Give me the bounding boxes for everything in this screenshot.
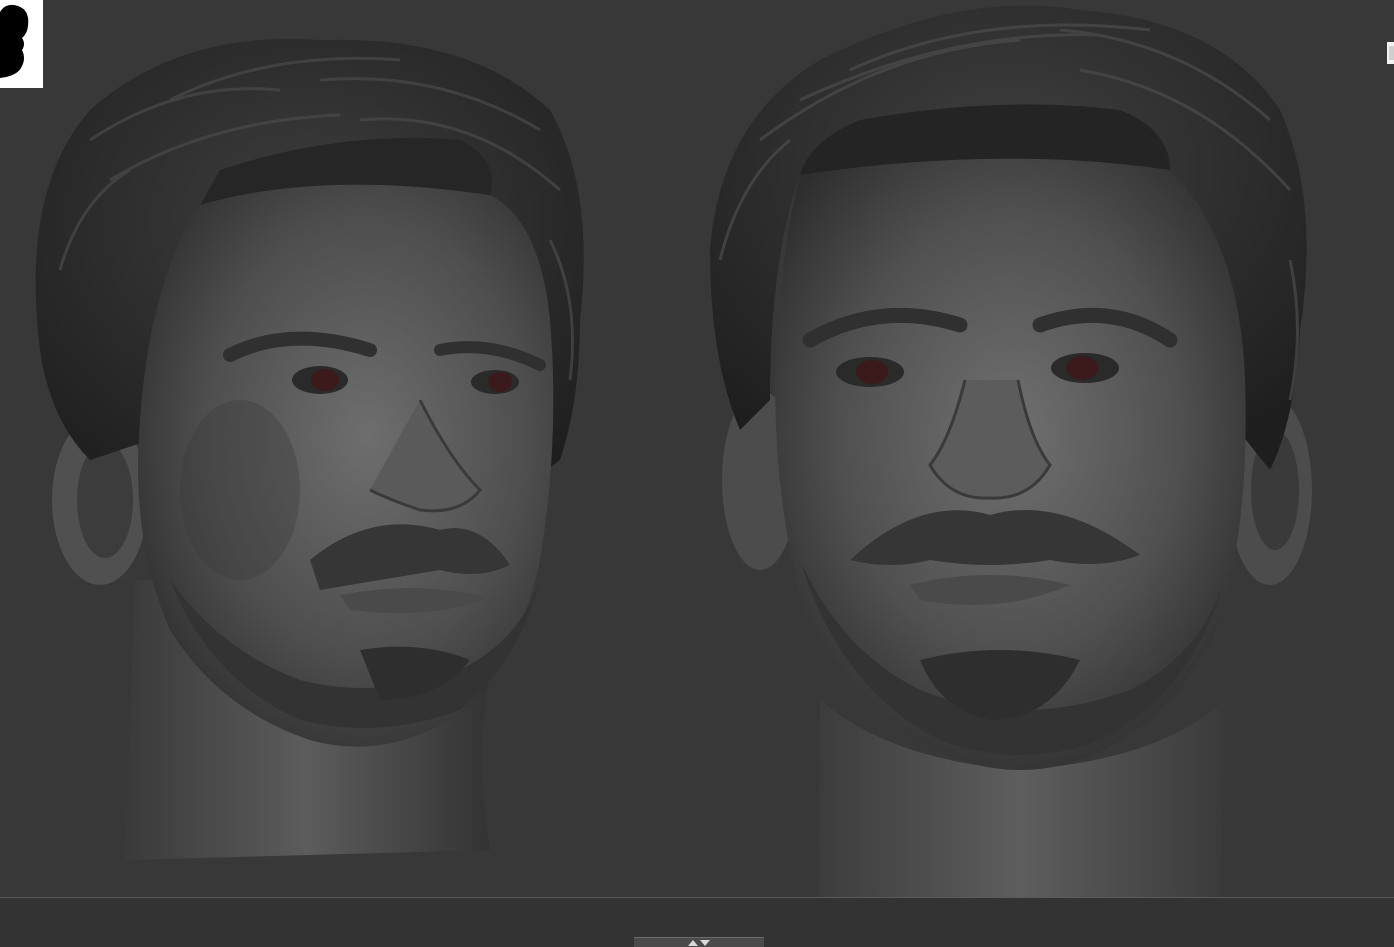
3d-viewport[interactable] (0, 0, 1394, 897)
panel-edge-icon (1387, 42, 1394, 64)
head-sculpt-three-quarter-view[interactable] (20, 20, 600, 870)
expand-collapse-icon[interactable] (686, 938, 712, 947)
head-sculpt-front-view[interactable] (700, 0, 1320, 897)
